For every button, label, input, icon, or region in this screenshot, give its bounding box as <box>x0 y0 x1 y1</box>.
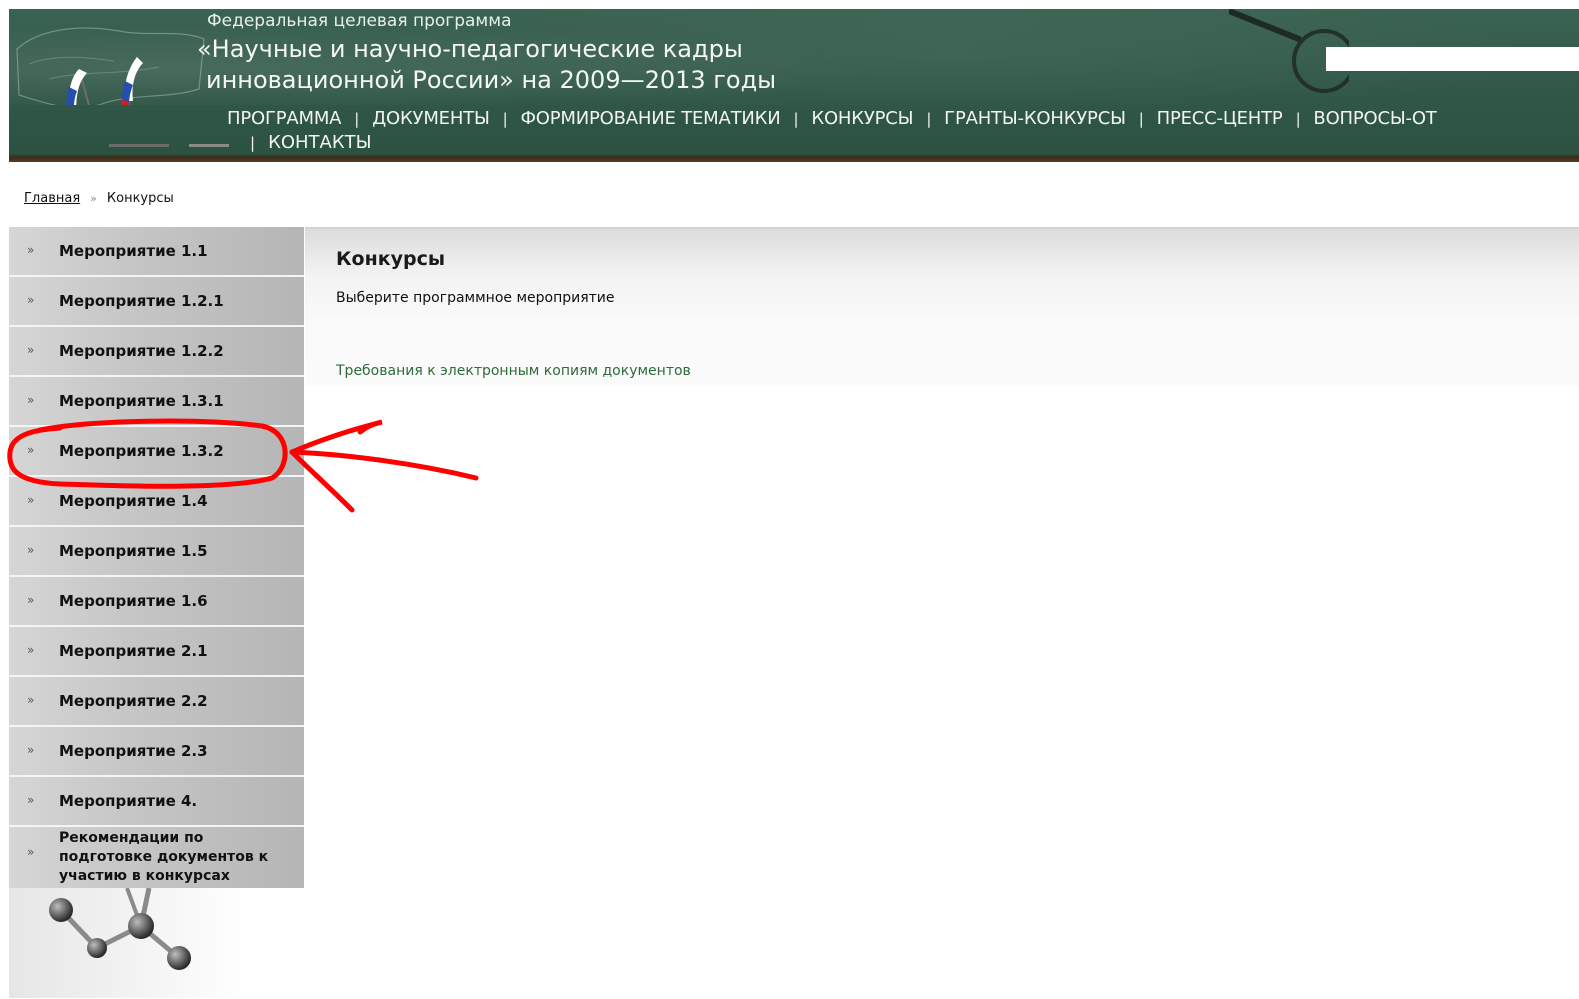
nav-dokumenty[interactable]: ДОКУМЕНТЫ <box>372 108 490 129</box>
sidebar-item-label: Мероприятие 1.1 <box>59 242 208 260</box>
double-chevron-icon: » <box>27 693 35 707</box>
molecule-decor-icon <box>9 888 249 998</box>
page-subtitle: Выберите программное мероприятие <box>336 290 615 306</box>
sidebar-item-4[interactable]: » Мероприятие 4. <box>9 777 304 827</box>
nav-separator: | <box>1295 110 1301 128</box>
sidebar-item-label: Мероприятие 1.3.1 <box>59 392 224 410</box>
program-title-line2: инновационной России» на 2009—2013 годы <box>206 66 777 94</box>
nav-programma[interactable]: ПРОГРАММА <box>227 108 341 129</box>
document-requirements-link[interactable]: Требования к электронным копиям документ… <box>336 363 691 379</box>
double-chevron-icon: » <box>27 643 35 657</box>
double-chevron-icon: » <box>27 593 35 607</box>
sidebar-menu: » Мероприятие 1.1 » Мероприятие 1.2.1 » … <box>9 227 304 888</box>
nav-separator: | <box>502 110 508 128</box>
breadcrumb-current: Конкурсы <box>106 191 174 206</box>
nav-separator: | <box>250 134 256 152</box>
sidebar-item-label: Мероприятие 2.2 <box>59 692 208 710</box>
nav-granty-konkursy[interactable]: ГРАНТЫ-КОНКУРСЫ <box>944 108 1126 129</box>
page-title: Конкурсы <box>336 248 446 270</box>
sidebar-item-label: Мероприятие 2.3 <box>59 742 208 760</box>
double-chevron-icon: » <box>27 543 35 557</box>
sidebar-item-label: Мероприятие 4. <box>59 792 198 810</box>
double-chevron-icon: » <box>27 845 35 859</box>
sidebar-item-1-3-2[interactable]: » Мероприятие 1.3.2 <box>9 427 304 477</box>
nav-kontakty[interactable]: КОНТАКТЫ <box>268 132 371 153</box>
double-chevron-icon: » <box>27 793 35 807</box>
nav-konkursy[interactable]: КОНКУРСЫ <box>811 108 913 129</box>
nav-formirovanie-tematiki[interactable]: ФОРМИРОВАНИЕ ТЕМАТИКИ <box>521 108 781 129</box>
sidebar-item-label: Мероприятие 1.6 <box>59 592 208 610</box>
breadcrumb: Главная » Конкурсы <box>24 191 174 206</box>
double-chevron-icon: » <box>27 393 35 407</box>
sidebar-item-1-5[interactable]: » Мероприятие 1.5 <box>9 527 304 577</box>
double-chevron-icon: » <box>27 343 35 357</box>
nav-separator: | <box>926 110 932 128</box>
breadcrumb-separator: » <box>90 192 97 205</box>
annotation-arrow-shaft <box>289 449 479 481</box>
sidebar-item-1-2-1[interactable]: » Мероприятие 1.2.1 <box>9 277 304 327</box>
sidebar-item-1-4[interactable]: » Мероприятие 1.4 <box>9 477 304 527</box>
sidebar-item-2-1[interactable]: » Мероприятие 2.1 <box>9 627 304 677</box>
nav-voprosy-otvety[interactable]: ВОПРОСЫ-ОТ <box>1313 108 1436 129</box>
nav-separator: | <box>793 110 799 128</box>
sidebar-item-1-2-2[interactable]: » Мероприятие 1.2.2 <box>9 327 304 377</box>
program-subtitle: Федеральная целевая программа <box>207 11 512 31</box>
double-chevron-icon: » <box>27 293 35 307</box>
main-nav: ПРОГРАММА | ДОКУМЕНТЫ | ФОРМИРОВАНИЕ ТЕМАТИК… <box>227 108 1437 129</box>
chalk-decor <box>109 144 229 147</box>
sidebar-item-label: Рекомендации по подготовке документов к … <box>59 830 269 884</box>
search-input[interactable] <box>1326 47 1579 71</box>
double-chevron-icon: » <box>27 743 35 757</box>
sidebar-item-label: Мероприятие 1.4 <box>59 492 208 510</box>
main-nav-row2: | КОНТАКТЫ <box>250 132 372 153</box>
main-content: Конкурсы Выберите программное мероприяти… <box>305 227 1579 386</box>
sidebar-item-recommendations[interactable]: » Рекомендации по подготовке документов … <box>9 827 304 888</box>
sidebar-item-1-6[interactable]: » Мероприятие 1.6 <box>9 577 304 627</box>
sidebar-item-1-3-1[interactable]: » Мероприятие 1.3.1 <box>9 377 304 427</box>
program-title-line1: «Научные и научно-педагогические кадры <box>197 35 743 63</box>
sidebar-item-2-2[interactable]: » Мероприятие 2.2 <box>9 677 304 727</box>
nav-press-centr[interactable]: ПРЕСС-ЦЕНТР <box>1157 108 1283 129</box>
sidebar-item-2-3[interactable]: » Мероприятие 2.3 <box>9 727 304 777</box>
double-chevron-icon: » <box>27 493 35 507</box>
nav-separator: | <box>354 110 360 128</box>
sidebar-item-label: Мероприятие 2.1 <box>59 642 208 660</box>
sidebar-item-label: Мероприятие 1.3.2 <box>59 442 224 460</box>
site-header: Федеральная целевая программа «Научные и… <box>9 9 1579 162</box>
sidebar-item-label: Мероприятие 1.2.2 <box>59 342 224 360</box>
sidebar-item-label: Мероприятие 1.2.1 <box>59 292 224 310</box>
nav-separator: | <box>1138 110 1144 128</box>
annotation-arrow-head-upper <box>289 419 383 455</box>
sidebar-item-1-1[interactable]: » Мероприятие 1.1 <box>9 227 304 277</box>
double-chevron-icon: » <box>27 243 35 257</box>
program-title: «Научные и научно-педагогические кадры и… <box>197 34 776 96</box>
breadcrumb-home-link[interactable]: Главная <box>24 191 80 206</box>
sidebar-item-label: Мероприятие 1.5 <box>59 542 208 560</box>
double-chevron-icon: » <box>27 443 35 457</box>
